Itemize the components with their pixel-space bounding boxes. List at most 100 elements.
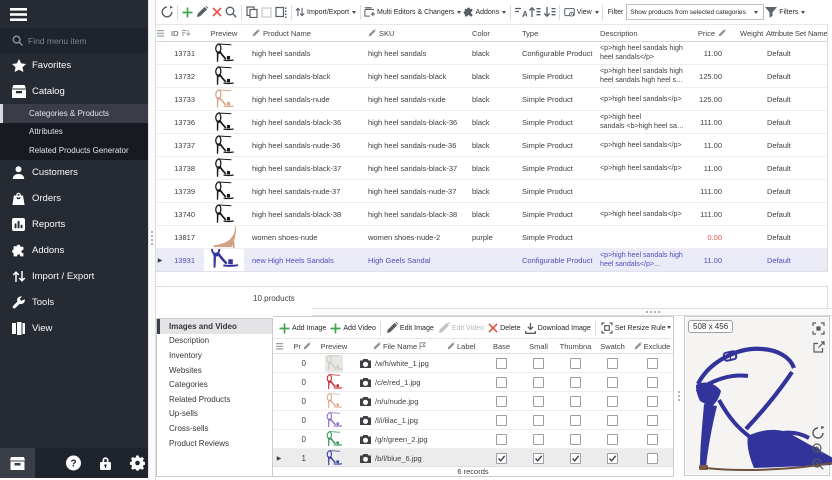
multi-editors-menu[interactable]: Multi Editors & Changers: [363, 3, 462, 21]
checkbox[interactable]: [496, 453, 507, 464]
column-header-cell[interactable]: Description: [596, 29, 686, 38]
product-row-13740[interactable]: 13740 high heel sandals-black-38high hee…: [156, 203, 827, 226]
checkbox[interactable]: [533, 396, 544, 407]
zoom-out-icon[interactable]: [812, 458, 824, 470]
copy-button[interactable]: [245, 3, 260, 21]
addons-menu[interactable]: Addons: [462, 3, 507, 21]
checkbox[interactable]: [570, 453, 581, 464]
gear-icon[interactable]: [130, 456, 145, 471]
checkbox[interactable]: [607, 453, 618, 464]
product-row-13731[interactable]: 13731 high heel sandalshigh heel sandals…: [156, 42, 827, 65]
tab-cross-sells[interactable]: Cross-sells: [157, 421, 272, 436]
import-export-menu[interactable]: Import/Export: [294, 3, 357, 21]
checkbox[interactable]: [533, 415, 544, 426]
checkbox[interactable]: [496, 377, 507, 388]
sidebar-item-customers[interactable]: Customers: [0, 160, 148, 186]
edit-image-button[interactable]: Edit Image: [384, 320, 436, 336]
column-header-cell[interactable]: Base: [483, 342, 520, 351]
column-header-cell[interactable]: Color: [466, 29, 516, 38]
product-row-13733[interactable]: 13733 high heel sandals-nudehigh heel sa…: [156, 88, 827, 111]
add-video-button[interactable]: Add Video: [328, 320, 378, 336]
tab-inventory[interactable]: Inventory: [157, 348, 272, 363]
sidebar-subitem-attributes[interactable]: Attributes: [0, 123, 148, 142]
store-button[interactable]: [0, 448, 35, 478]
delete-product-button[interactable]: [210, 3, 225, 21]
column-header-cell[interactable]: Attribute Set Name: [764, 29, 827, 38]
column-header-cell[interactable]: File Name: [373, 342, 441, 351]
checkbox[interactable]: [533, 358, 544, 369]
checkbox[interactable]: [533, 434, 544, 445]
sidebar-item-orders[interactable]: Orders: [0, 186, 148, 212]
column-header-cell[interactable]: Thumbna: [557, 342, 594, 351]
fit-screen-icon[interactable]: [812, 322, 825, 335]
sidebar-item-favorites[interactable]: Favorites: [0, 52, 148, 78]
checkbox[interactable]: [496, 434, 507, 445]
checkbox[interactable]: [496, 396, 507, 407]
sidebar-search[interactable]: Find menu item: [0, 28, 148, 53]
checkbox[interactable]: [607, 415, 618, 426]
image-row-white_1.jpg[interactable]: 0 /w/h/white_1.jpg: [273, 354, 673, 373]
checkbox[interactable]: [607, 434, 618, 445]
sidebar-item-reports[interactable]: Reports: [0, 212, 148, 238]
product-row-13736[interactable]: 13736 high heel sandals-black-36high hee…: [156, 111, 827, 134]
tab-up-sells[interactable]: Up-sells: [157, 407, 272, 422]
column-header-cell[interactable]: ID: [164, 29, 202, 38]
edit-video-button[interactable]: Edit Video: [436, 320, 486, 336]
download-image-button[interactable]: Download Image: [523, 320, 593, 336]
column-header-cell[interactable]: Pr: [285, 342, 311, 351]
lock-icon[interactable]: [99, 456, 112, 470]
image-row-nude.jpg[interactable]: 0 /n/u/nude.jpg: [273, 392, 673, 411]
filter-select[interactable]: Show products from selected categories: [626, 4, 764, 20]
product-row-13738[interactable]: 13738 high heel sandals-black-37high hee…: [156, 157, 827, 180]
checkbox[interactable]: [570, 358, 581, 369]
add-image-button[interactable]: Add Image: [277, 320, 328, 336]
checkbox[interactable]: [607, 377, 618, 388]
checkbox[interactable]: [533, 377, 544, 388]
help-icon[interactable]: ?: [66, 456, 81, 471]
images-grid-header[interactable]: Pr Preview File Name Label Base Small Th…: [273, 339, 673, 354]
image-row-lilac_1.jpg[interactable]: 0 /l/i/lilac_1.jpg: [273, 411, 673, 430]
toolbar-overflow-icon[interactable]: [667, 326, 671, 329]
checkbox[interactable]: [570, 396, 581, 407]
sidebar-item-tools[interactable]: Tools: [0, 290, 148, 316]
product-row-13817[interactable]: 13817 women shoes-nudewomen shoes-nude-2…: [156, 226, 827, 249]
sidebar-item-import-export[interactable]: Import / Export: [0, 264, 148, 290]
tab-description[interactable]: Description: [157, 334, 272, 349]
tab-websites[interactable]: Websites: [157, 363, 272, 378]
column-header-cell[interactable]: Swatch: [594, 342, 631, 351]
sidebar-subitem-related-products-generator[interactable]: Related Products Generator: [0, 141, 148, 160]
checkbox[interactable]: [647, 377, 658, 388]
checkbox[interactable]: [533, 453, 544, 464]
checkbox[interactable]: [570, 434, 581, 445]
preview-splitter[interactable]: [674, 316, 684, 477]
refresh-button[interactable]: [160, 3, 175, 21]
image-row-red_1.jpg[interactable]: 0 /c/e/red_1.jpg: [273, 373, 673, 392]
external-link-icon[interactable]: [813, 341, 825, 353]
column-header-cell[interactable]: Preview: [311, 342, 357, 351]
column-header-cell[interactable]: Small: [520, 342, 557, 351]
filters-menu[interactable]: Filters: [764, 3, 806, 21]
column-header-cell[interactable]: Preview: [202, 29, 246, 38]
column-header-cell[interactable]: SKU: [362, 29, 466, 38]
move-up-button[interactable]: [528, 3, 543, 21]
hamburger-menu-icon[interactable]: [10, 8, 27, 21]
checkbox[interactable]: [570, 377, 581, 388]
sidebar-item-addons[interactable]: Addons: [0, 238, 148, 264]
sidebar-item-view[interactable]: View: [0, 316, 148, 342]
set-resize-rule-button[interactable]: Set Resize Rule: [599, 320, 668, 336]
checkbox[interactable]: [496, 358, 507, 369]
column-header-cell[interactable]: Price: [686, 29, 730, 38]
zoom-in-icon[interactable]: [812, 443, 824, 455]
checkbox[interactable]: [647, 396, 658, 407]
duplicate-button[interactable]: [274, 3, 289, 21]
view-menu[interactable]: View: [563, 3, 600, 21]
checkbox[interactable]: [607, 396, 618, 407]
image-row-green_2.jpg[interactable]: 0 /g/r/green_2.jpg: [273, 430, 673, 449]
move-down-button[interactable]: [542, 3, 557, 21]
checkbox[interactable]: [496, 415, 507, 426]
checkbox[interactable]: [607, 358, 618, 369]
column-header-cell[interactable]: Type: [516, 29, 596, 38]
sidebar-subitem-categories-products[interactable]: Categories & Products: [0, 104, 148, 123]
product-row-13739[interactable]: 13739 high heel sandals-nude-37high heel…: [156, 180, 827, 203]
checkbox[interactable]: [647, 358, 658, 369]
